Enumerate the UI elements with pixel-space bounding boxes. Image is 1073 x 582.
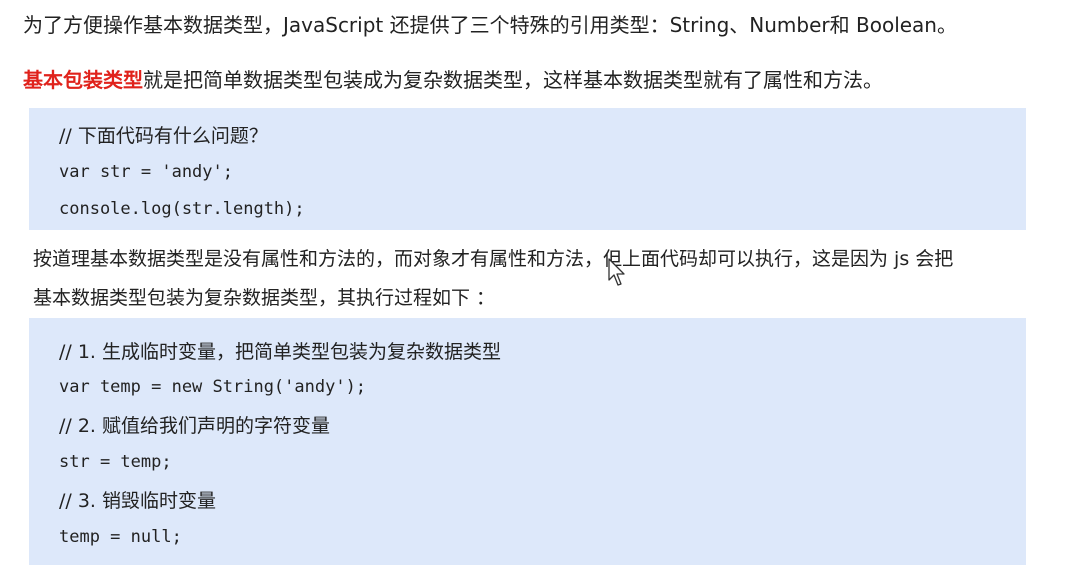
code-comment: // 1. 生成临时变量，把简单类型包装为复杂数据类型 [59,341,502,363]
definition-text: 就是把简单数据类型包装成为复杂数据类型，这样基本数据类型就有了属性和方法。 [143,68,883,92]
explanation-paragraph: 按道理基本数据类型是没有属性和方法的，而对象才有属性和方法，但上面代码却可以执行… [33,240,953,318]
intro-text: 为了方便操作基本数据类型，JavaScript 还提供了三个特殊的引用类型：St… [23,13,957,37]
code-comment: // 3. 销毁临时变量 [59,490,217,512]
code-line: temp = null; [59,527,182,547]
code-comment: // 2. 赋值给我们声明的字符变量 [59,415,331,437]
explanation-line: 按道理基本数据类型是没有属性和方法的，而对象才有属性和方法，但上面代码却可以执行… [33,248,954,270]
code-line: var str = 'andy'; [59,162,233,182]
definition-paragraph: 基本包装类型就是把简单数据类型包装成为复杂数据类型，这样基本数据类型就有了属性和… [23,66,883,94]
code-block-question: // 下面代码有什么问题？ var str = 'andy'; console.… [29,108,1026,230]
mouse-cursor-icon [608,258,625,286]
code-comment: // 下面代码有什么问题？ [59,125,268,147]
explanation-line: 基本数据类型包装为复杂数据类型，其执行过程如下 ： [33,287,496,309]
code-line: console.log(str.length); [59,199,305,219]
code-block-process: // 1. 生成临时变量，把简单类型包装为复杂数据类型 var temp = n… [29,318,1026,565]
code-line: str = temp; [59,452,172,472]
code-line: var temp = new String('andy'); [59,377,367,397]
highlighted-term: 基本包装类型 [23,68,143,92]
intro-paragraph: 为了方便操作基本数据类型，JavaScript 还提供了三个特殊的引用类型：St… [23,11,957,39]
